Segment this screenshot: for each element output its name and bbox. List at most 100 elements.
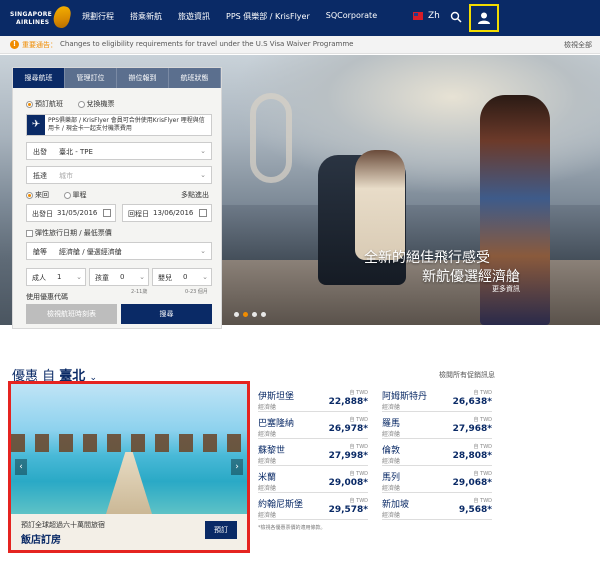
- nav-krisflyer[interactable]: PPS 俱樂部 / KrisFlyer: [226, 11, 310, 22]
- view-all-deals-link[interactable]: 檢閱所有促銷訊息: [439, 370, 495, 380]
- promo-line2: 飯店訂房: [21, 535, 61, 546]
- language-selector[interactable]: Zh: [413, 11, 440, 21]
- fare-from: 自 TWD: [473, 471, 492, 477]
- fare-destination: 巴塞隆納: [258, 419, 295, 429]
- destination-field[interactable]: 抵達 城市 ⌄: [26, 166, 212, 184]
- infant-value: 0: [183, 273, 188, 281]
- return-label: 來回: [35, 191, 49, 199]
- airplane-icon: ✈: [27, 115, 45, 135]
- tab-check-in[interactable]: 辦位報到: [117, 68, 169, 88]
- depart-date-label: 出發日: [32, 210, 53, 218]
- fare-destination: 蘇黎世: [258, 446, 286, 456]
- alert-icon: !: [10, 40, 19, 49]
- booking-tabs: 搜尋航班 管理訂位 辦位報到 航班狀態: [13, 68, 221, 88]
- hotel-promo-card[interactable]: ‹ › 預訂全球超過六十萬間旅宿 飯店訂房 預訂: [8, 381, 250, 553]
- return-date-label: 回程日: [128, 210, 149, 218]
- fare-item[interactable]: 馬列 經濟艙 自 TWD 29,068*: [382, 469, 492, 493]
- important-notice-bar: ! 重要通告： Changes to eligibility requireme…: [0, 36, 600, 54]
- hero-more-info-link[interactable]: 更多資訊: [492, 284, 520, 294]
- promo-code-link[interactable]: 使用優惠代碼: [26, 292, 68, 302]
- carousel-dot[interactable]: [234, 312, 239, 317]
- carousel-next-icon[interactable]: ›: [231, 459, 243, 475]
- adult-value: 1: [57, 273, 62, 281]
- cabin-class-select[interactable]: 艙等 經濟艙 / 優選經濟艙 ⌄: [26, 242, 212, 260]
- fare-destination: 米蘭: [258, 473, 277, 483]
- depart-date-field[interactable]: 出發日 31/05/2016: [26, 204, 116, 222]
- return-radio[interactable]: [26, 191, 33, 199]
- language-label: Zh: [428, 11, 440, 21]
- infant-select[interactable]: 嬰兒 0 ⌄: [152, 268, 212, 286]
- one-way-radio[interactable]: [63, 191, 71, 199]
- nav-travel-info[interactable]: 旅遊資訊: [178, 11, 210, 22]
- fare-from: 自 TWD: [349, 498, 368, 504]
- search-icon[interactable]: [450, 11, 462, 23]
- fare-destination: 馬列: [382, 473, 401, 483]
- fare-item[interactable]: 約翰尼斯堡 經濟艙 自 TWD 29,578*: [258, 496, 368, 520]
- fare-item[interactable]: 米蘭 經濟艙 自 TWD 29,008*: [258, 469, 368, 493]
- fare-from: 自 TWD: [349, 390, 368, 396]
- book-flight-label: 預訂航班: [35, 100, 63, 108]
- fare-item[interactable]: 伊斯坦堡 經濟艙 自 TWD 22,888*: [258, 388, 368, 412]
- adult-label: 成人: [32, 274, 46, 282]
- tab-flight-status[interactable]: 航班狀態: [169, 68, 221, 88]
- adult-select[interactable]: 成人 1 ⌄: [26, 268, 86, 286]
- fare-price: 9,568*: [458, 505, 492, 515]
- nav-travel-with-us[interactable]: 搭乘新航: [130, 11, 162, 22]
- fare-price: 29,578*: [328, 505, 368, 515]
- pps-notice-text: PPS俱樂部 / KrisFlyer 會員可合併使用KrisFlyer 哩程與信…: [48, 117, 205, 132]
- fare-class: 經濟艙: [258, 512, 277, 519]
- tab-search-flights[interactable]: 搜尋航班: [13, 68, 65, 88]
- fare-class: 經濟艙: [382, 512, 401, 519]
- view-all-notices-link[interactable]: 檢視全部: [564, 40, 592, 50]
- chevron-down-icon: ⌄: [139, 273, 145, 281]
- origin-value: 臺北 - TPE: [59, 148, 93, 156]
- view-timetable-button[interactable]: 檢視航班時刻表: [26, 304, 117, 324]
- child-select[interactable]: 孩童 0 ⌄: [89, 268, 149, 286]
- top-navigation-bar: SINGAPORE AIRLINES 規劃行程 搭乘新航 旅遊資訊 PPS 俱樂…: [0, 0, 600, 36]
- one-way-label: 單程: [72, 191, 87, 199]
- return-date-field[interactable]: 回程日 13/06/2016: [122, 204, 212, 222]
- destination-label: 抵達: [33, 172, 47, 180]
- book-hotel-button[interactable]: 預訂: [205, 521, 237, 539]
- fare-item[interactable]: 羅馬 經濟艙 自 TWD 27,968*: [382, 415, 492, 439]
- carousel-dot-active[interactable]: [243, 312, 248, 317]
- carousel-prev-icon[interactable]: ‹: [15, 459, 27, 475]
- carousel-dot[interactable]: [252, 312, 257, 317]
- fare-item[interactable]: 倫敦 經濟艙 自 TWD 28,808*: [382, 442, 492, 466]
- chevron-down-icon: ⌄: [200, 247, 206, 255]
- login-button[interactable]: [469, 4, 499, 32]
- redeem-flight-radio[interactable]: [77, 100, 85, 108]
- flexible-dates-checkbox[interactable]: [26, 229, 33, 237]
- fare-item[interactable]: 新加坡 經濟艙 自 TWD 9,568*: [382, 496, 492, 520]
- fare-item[interactable]: 阿姆斯特丹 經濟艙 自 TWD 26,638*: [382, 388, 492, 412]
- nav-plan-travel[interactable]: 規劃行程: [82, 11, 114, 22]
- origin-field[interactable]: 出發 臺北 - TPE ⌄: [26, 142, 212, 160]
- book-flight-radio[interactable]: [26, 100, 33, 108]
- chevron-down-icon: ⌄: [200, 147, 206, 155]
- destination-placeholder: 城市: [59, 172, 73, 180]
- fare-destination: 約翰尼斯堡: [258, 500, 304, 510]
- infant-label: 嬰兒: [158, 274, 172, 282]
- fare-from: 自 TWD: [473, 444, 492, 450]
- redeem-flight-label: 兌換機票: [86, 100, 115, 108]
- cabin-class-label: 艙等: [33, 248, 47, 256]
- fare-class: 經濟艙: [258, 458, 277, 465]
- hero-window-shape: [250, 93, 292, 183]
- fare-from: 自 TWD: [349, 471, 368, 477]
- calendar-icon: [199, 209, 207, 217]
- singapore-airlines-logo[interactable]: SINGAPORE AIRLINES: [10, 4, 73, 32]
- fare-item[interactable]: 蘇黎世 經濟艙 自 TWD 27,998*: [258, 442, 368, 466]
- fare-class: 經濟艙: [382, 485, 401, 492]
- multi-city-link[interactable]: 多點進出: [181, 190, 209, 200]
- user-icon: [478, 12, 490, 24]
- notice-message-link[interactable]: Changes to eligibility requirements for …: [60, 40, 353, 48]
- search-button[interactable]: 搜尋: [121, 304, 212, 324]
- carousel-dot[interactable]: [261, 312, 266, 317]
- hero-passenger-image: [355, 150, 405, 260]
- fare-item[interactable]: 巴塞隆納 經濟艙 自 TWD 26,978*: [258, 415, 368, 439]
- fares-terms-note[interactable]: *檢視各優惠票價的適用條款。: [258, 524, 326, 531]
- nav-sqcorporate[interactable]: SQCorporate: [326, 11, 377, 22]
- promo-caption: 預訂全球超過六十萬間旅宿 飯店訂房 預訂: [11, 514, 247, 550]
- water-villas-image: [11, 434, 247, 452]
- tab-manage-booking[interactable]: 管理訂位: [65, 68, 117, 88]
